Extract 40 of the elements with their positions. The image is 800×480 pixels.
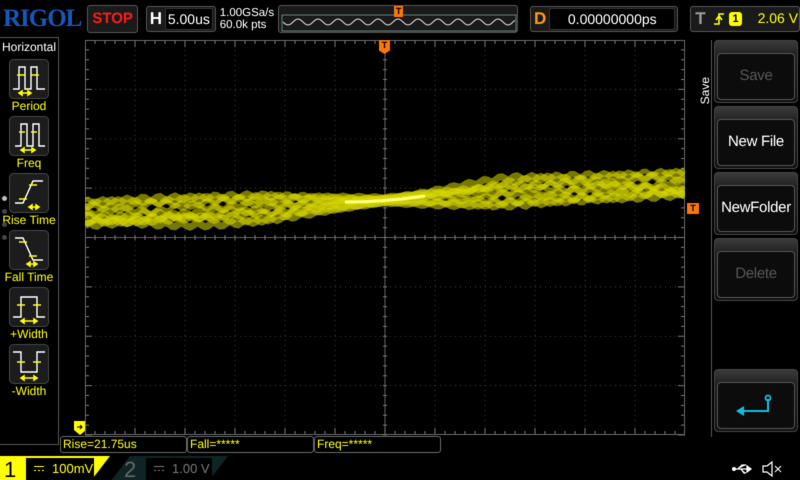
usb-icon xyxy=(732,463,754,475)
positive-pulse-icon xyxy=(9,287,49,327)
measure-button[interactable]: Fall Time xyxy=(0,230,58,284)
return-button[interactable] xyxy=(714,369,798,432)
trigger-source-badge: 1 xyxy=(729,12,742,26)
measurement-readout: Rise=21.75us xyxy=(60,436,187,453)
measurement-readout: Fall=***** xyxy=(187,436,314,453)
measure-button[interactable]: -Width xyxy=(0,344,58,398)
trigger-position-marker: T xyxy=(379,40,390,54)
measure-button[interactable]: Rise Time xyxy=(0,173,58,227)
pulse-train-icon xyxy=(9,116,49,156)
channel-tab[interactable]: 2 1.00 V xyxy=(110,456,228,480)
speaker-muted-icon xyxy=(762,461,784,477)
trigger-control[interactable]: T 1 2.06 V xyxy=(690,6,800,32)
measure-button[interactable]: Period xyxy=(0,59,58,113)
pulse-train-icon xyxy=(9,59,49,99)
rising-edge-icon xyxy=(713,10,726,26)
channel-offset-marker xyxy=(74,421,86,435)
timebase-control[interactable]: H 5.00us xyxy=(146,6,216,32)
falling-edge-icon xyxy=(9,230,49,270)
rising-edge-icon xyxy=(9,173,49,213)
measure-button[interactable]: Freq xyxy=(0,116,58,170)
measurement-readout: Freq=***** xyxy=(314,436,441,453)
trigger-level-marker: T xyxy=(687,203,699,214)
run-stop-button[interactable]: STOP xyxy=(87,4,138,32)
negative-pulse-icon xyxy=(9,344,49,384)
trigger-level: 2.06 V xyxy=(758,9,798,28)
delay-control[interactable]: D 0.00000000ps xyxy=(530,6,678,32)
menu-title: Save xyxy=(699,77,711,104)
trigger-position-marker: T xyxy=(394,6,404,16)
measure-button[interactable]: +Width xyxy=(0,287,58,341)
memory-depth: 60.0k pts xyxy=(220,18,268,30)
dc-coupling-icon xyxy=(34,465,44,473)
menu-button[interactable]: New File xyxy=(714,106,798,169)
brand-logo: RIGOL xyxy=(3,6,82,31)
menu-button[interactable]: NewFolder xyxy=(714,172,798,235)
channel-tab[interactable]: 1 100mV xyxy=(0,456,110,480)
menu-title: Horizontal xyxy=(1,39,58,56)
dc-coupling-icon xyxy=(154,465,164,473)
sample-rate: 1.00GSa/s xyxy=(220,6,274,18)
